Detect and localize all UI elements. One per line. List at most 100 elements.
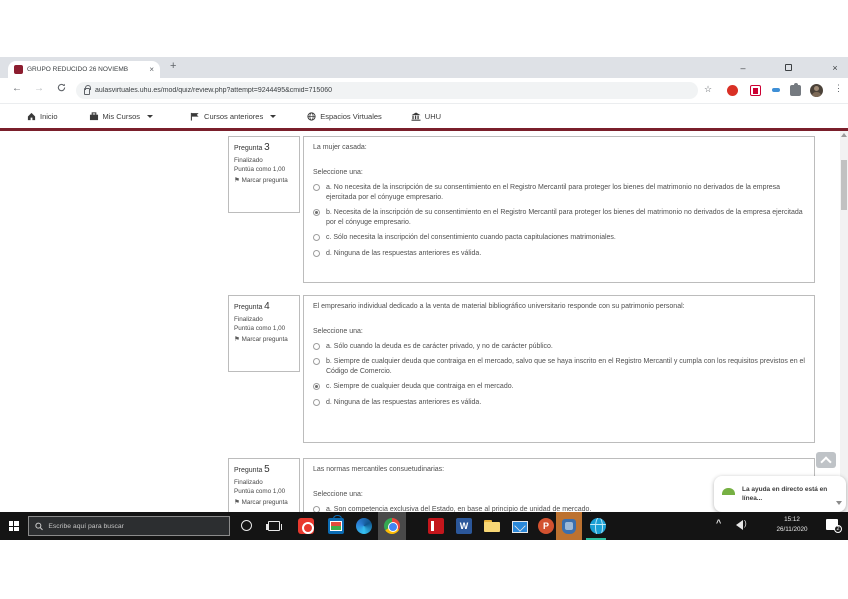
- action-center-icon[interactable]: 2: [826, 519, 838, 530]
- new-tab-button[interactable]: +: [170, 60, 176, 72]
- answer-prompt: Seleccione una:: [313, 327, 805, 337]
- extensions-puzzle-icon[interactable]: [790, 85, 801, 96]
- question-status: Finalizado: [234, 315, 294, 324]
- url-text: aulasvirtuales.uhu.es/mod/quiz/review.ph…: [95, 87, 332, 94]
- extension-red-white-icon[interactable]: [750, 85, 761, 96]
- question-content-3: La mujer casada: Seleccione una: a. No n…: [303, 136, 815, 283]
- task-view-icon[interactable]: [268, 521, 280, 531]
- home-icon: [27, 112, 36, 121]
- window-restore-button[interactable]: [773, 57, 803, 78]
- radio-button[interactable]: [313, 399, 320, 406]
- answer-option[interactable]: b. Necesita de la inscripción de su cons…: [313, 208, 805, 228]
- browser-menu-icon[interactable]: ⋮: [834, 83, 843, 94]
- question-text: El empresario individual dedicado a la v…: [313, 302, 805, 312]
- option-label: a. Sólo cuando la deuda es de carácter p…: [326, 342, 805, 352]
- answer-option[interactable]: c. Siempre de cualquier deuda que contra…: [313, 382, 805, 392]
- taskbar-app-store[interactable]: [322, 512, 350, 540]
- flag-question-link[interactable]: ⚑ Marcar pregunta: [234, 335, 294, 344]
- taskbar-clock[interactable]: 15:12 26/11/2020: [764, 515, 820, 535]
- reload-icon[interactable]: [57, 83, 66, 95]
- taskbar-app-red[interactable]: [292, 512, 320, 540]
- red-book-icon: [428, 518, 444, 534]
- back-to-top-button[interactable]: [816, 452, 836, 468]
- nav-item-espacios-virtuales[interactable]: Espacios Virtuales: [307, 112, 382, 121]
- answer-option[interactable]: a. Sólo cuando la deuda es de carácter p…: [313, 342, 805, 352]
- taskbar-search[interactable]: [28, 516, 230, 536]
- nav-item-uhu[interactable]: UHU: [411, 112, 441, 121]
- live-help-widget[interactable]: La ayuda en directo está en línea...: [714, 476, 846, 512]
- scroll-up-arrow-icon[interactable]: [841, 133, 847, 137]
- radio-button[interactable]: [313, 250, 320, 257]
- taskbar-app-globe[interactable]: [584, 512, 612, 540]
- browser-tab[interactable]: GRUPO REDUCIDO 26 NOVIEMB ×: [8, 61, 160, 78]
- question-label: Pregunta: [234, 145, 262, 152]
- briefcase-icon: [89, 112, 99, 121]
- flag-icon: [190, 112, 200, 121]
- search-icon: [35, 522, 43, 531]
- taskbar-app-word[interactable]: W: [450, 512, 478, 540]
- tab-close-icon[interactable]: ×: [149, 66, 154, 74]
- window-close-button[interactable]: ×: [820, 57, 848, 78]
- question-label: Pregunta: [234, 467, 262, 474]
- radio-button[interactable]: [313, 184, 320, 191]
- taskbar-app-explorer[interactable]: [478, 512, 506, 540]
- tab-title: GRUPO REDUCIDO 26 NOVIEMB: [27, 66, 145, 73]
- option-label: a. No necesita de la inscripción de su c…: [326, 183, 805, 203]
- scroll-down-arrow-icon[interactable]: [836, 501, 842, 505]
- word-icon: W: [456, 518, 472, 534]
- taskbar-app-active[interactable]: [556, 512, 582, 540]
- chrome-icon: [384, 518, 400, 534]
- site-navbar: Inicio Mis Cursos Cursos anteriores Espa…: [0, 104, 848, 131]
- answer-option[interactable]: d. Ninguna de las respuestas anteriores …: [313, 398, 805, 408]
- cortana-icon[interactable]: [241, 520, 252, 531]
- answer-option[interactable]: b. Siempre de cualquier deuda que contra…: [313, 357, 805, 377]
- shield-app-icon: [562, 519, 576, 534]
- nav-label: Mis Cursos: [103, 112, 141, 121]
- taskbar-app-edge[interactable]: [350, 512, 378, 540]
- volume-icon[interactable]: [736, 520, 743, 530]
- bookmark-star-icon[interactable]: ☆: [704, 84, 712, 95]
- powerpoint-icon: P: [538, 518, 554, 534]
- nav-item-inicio[interactable]: Inicio: [27, 112, 58, 121]
- taskbar-app-mail[interactable]: [506, 512, 534, 540]
- profile-avatar[interactable]: [810, 84, 823, 97]
- answer-option[interactable]: a. No necesita de la inscripción de su c…: [313, 183, 805, 203]
- radio-button[interactable]: [313, 343, 320, 350]
- radio-button[interactable]: [313, 234, 320, 241]
- globe-icon: [307, 112, 316, 121]
- taskbar-app-chrome[interactable]: [378, 512, 406, 540]
- answer-option[interactable]: c. Sólo necesita la inscripción del cons…: [313, 233, 805, 243]
- notification-badge: 2: [834, 525, 842, 533]
- question-status: Finalizado: [234, 156, 294, 165]
- option-label: c. Sólo necesita la inscripción del cons…: [326, 233, 805, 243]
- address-bar[interactable]: aulasvirtuales.uhu.es/mod/quiz/review.ph…: [76, 82, 698, 99]
- globe-app-icon: [590, 518, 606, 534]
- answer-option[interactable]: d. Ninguna de las respuestas anteriores …: [313, 249, 805, 259]
- clock-date: 26/11/2020: [764, 525, 820, 535]
- screen: GRUPO REDUCIDO 26 NOVIEMB × + – × ← → au…: [0, 0, 848, 599]
- radio-button[interactable]: [313, 209, 320, 216]
- search-input[interactable]: [48, 523, 223, 530]
- running-app-indicator: [586, 538, 606, 540]
- bank-icon: [411, 112, 421, 121]
- taskbar-app-redbook[interactable]: [422, 512, 450, 540]
- option-label: d. Ninguna de las respuestas anteriores …: [326, 398, 805, 408]
- flag-question-link[interactable]: ⚑ Marcar pregunta: [234, 176, 294, 185]
- window-minimize-button[interactable]: –: [728, 57, 758, 78]
- tray-expand-icon[interactable]: ^: [716, 518, 721, 528]
- start-button[interactable]: [0, 512, 27, 540]
- option-label: b. Siempre de cualquier deuda que contra…: [326, 357, 805, 377]
- question-grade: Puntúa como 1,00: [234, 324, 294, 333]
- forward-button[interactable]: →: [34, 83, 44, 94]
- extension-adblock-icon[interactable]: [727, 85, 738, 96]
- back-button[interactable]: ←: [12, 83, 22, 94]
- radio-button[interactable]: [313, 383, 320, 390]
- page-scrollbar[interactable]: [840, 131, 848, 512]
- scrollbar-thumb[interactable]: [841, 160, 847, 210]
- extension-blue-icon[interactable]: [770, 85, 781, 96]
- nav-item-mis-cursos[interactable]: Mis Cursos: [89, 112, 154, 121]
- flag-label: Marcar pregunta: [242, 336, 288, 343]
- flag-question-link[interactable]: ⚑ Marcar pregunta: [234, 498, 294, 507]
- nav-item-cursos-anteriores[interactable]: Cursos anteriores: [190, 112, 276, 121]
- radio-button[interactable]: [313, 358, 320, 365]
